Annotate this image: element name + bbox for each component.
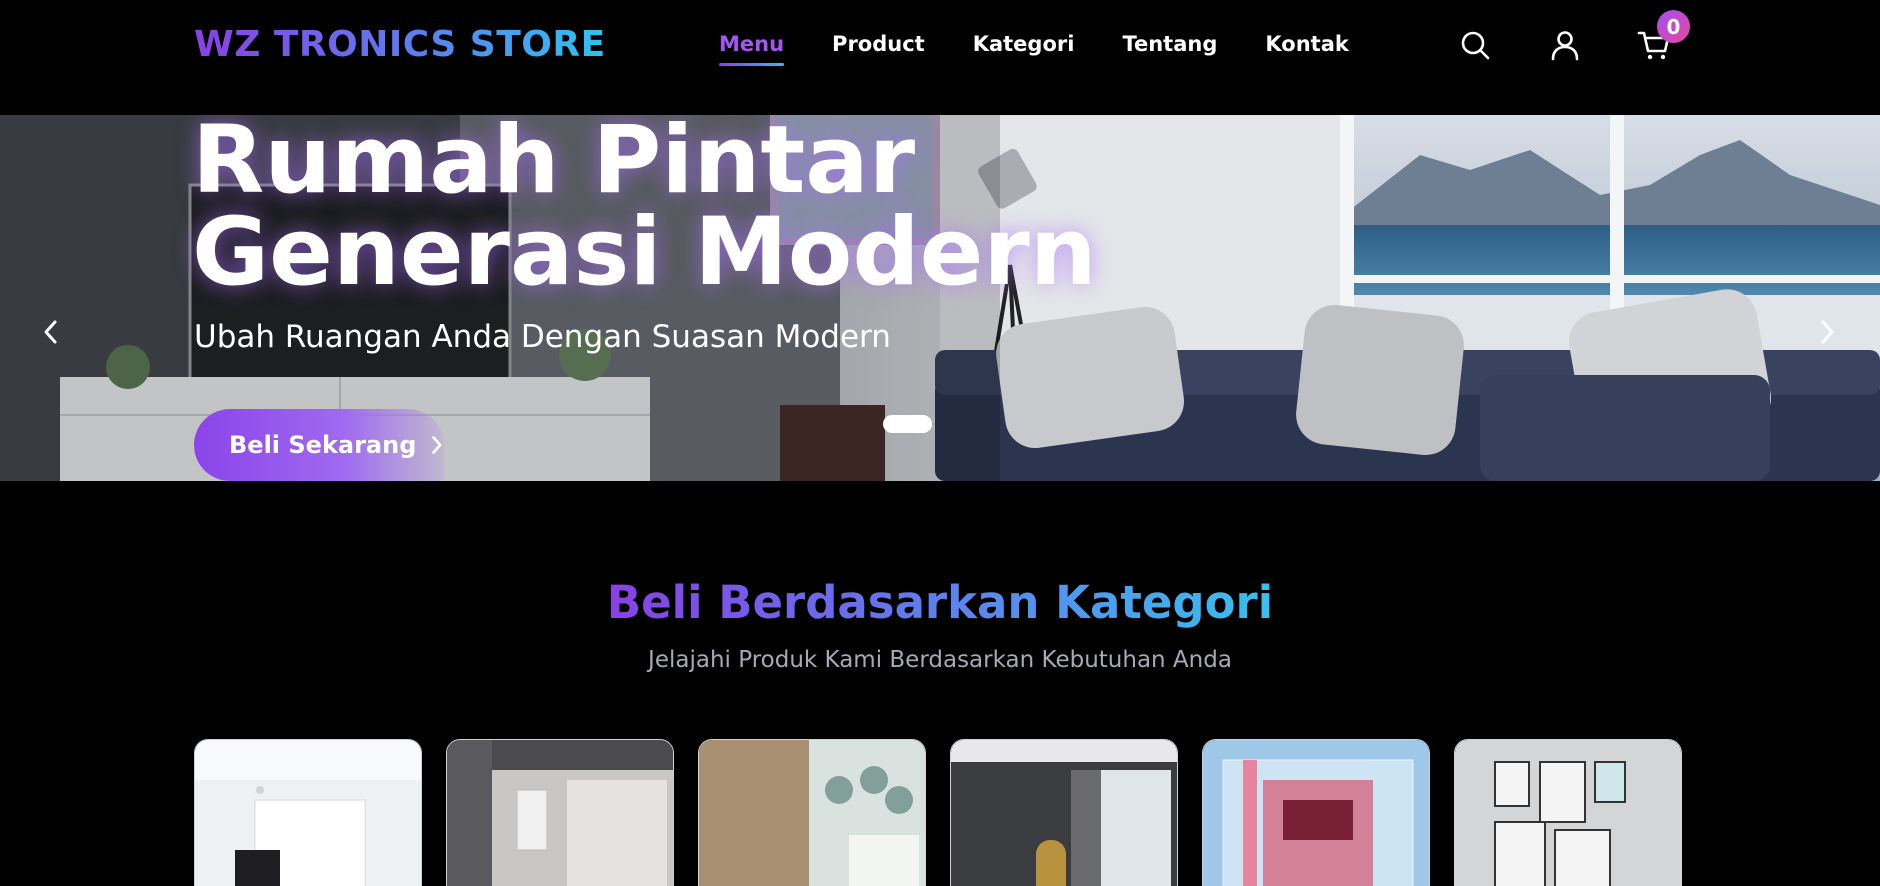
chevron-right-icon xyxy=(432,436,442,454)
hero-slider: Rumah Pintar Generasi Modern Ubah Ruanga… xyxy=(0,115,1880,481)
category-image xyxy=(195,740,421,886)
category-card[interactable] xyxy=(698,739,926,886)
nav-product[interactable]: Product xyxy=(832,32,925,66)
search-icon[interactable] xyxy=(1458,28,1492,62)
cart-count-badge: 0 xyxy=(1657,10,1690,43)
categories-title: Beli Berdasarkan Kategori xyxy=(606,576,1274,629)
categories-heading: Beli Berdasarkan Kategori xyxy=(0,576,1880,629)
category-image xyxy=(951,740,1177,886)
site-header: WZ TRONICS STORE Menu Product Kategori T… xyxy=(0,0,1880,115)
main-nav: Menu Product Kategori Tentang Kontak xyxy=(719,32,1349,66)
category-image xyxy=(1455,740,1681,886)
category-card[interactable] xyxy=(950,739,1178,886)
category-card[interactable] xyxy=(1202,739,1430,886)
hero-subtitle: Ubah Ruangan Anda Dengan Suasan Modern xyxy=(194,319,891,355)
hero-title: Rumah Pintar Generasi Modern xyxy=(192,115,1097,307)
categories-subtitle: Jelajahi Produk Kami Berdasarkan Kebutuh… xyxy=(648,647,1232,673)
slider-prev-arrow[interactable] xyxy=(36,312,66,352)
slider-next-arrow[interactable] xyxy=(1812,312,1842,352)
category-card[interactable] xyxy=(194,739,422,886)
slider-dot-active[interactable] xyxy=(883,415,932,433)
buy-now-button[interactable]: Beli Sekarang xyxy=(194,409,444,481)
nav-kontak[interactable]: Kontak xyxy=(1265,32,1348,66)
category-image xyxy=(699,740,925,886)
nav-kategori[interactable]: Kategori xyxy=(973,32,1075,66)
hero-title-line-1: Rumah Pintar xyxy=(192,115,916,215)
category-image xyxy=(447,740,673,886)
nav-tentang[interactable]: Tentang xyxy=(1122,32,1217,66)
store-logo[interactable]: WZ TRONICS STORE xyxy=(194,24,606,65)
category-card[interactable] xyxy=(446,739,674,886)
category-cards xyxy=(194,739,1682,886)
category-image xyxy=(1203,740,1429,886)
user-icon[interactable] xyxy=(1548,28,1582,62)
hero-title-line-2: Generasi Modern xyxy=(192,198,1097,307)
buy-now-label: Beli Sekarang xyxy=(229,431,417,459)
category-card[interactable] xyxy=(1454,739,1682,886)
nav-menu[interactable]: Menu xyxy=(719,32,785,66)
